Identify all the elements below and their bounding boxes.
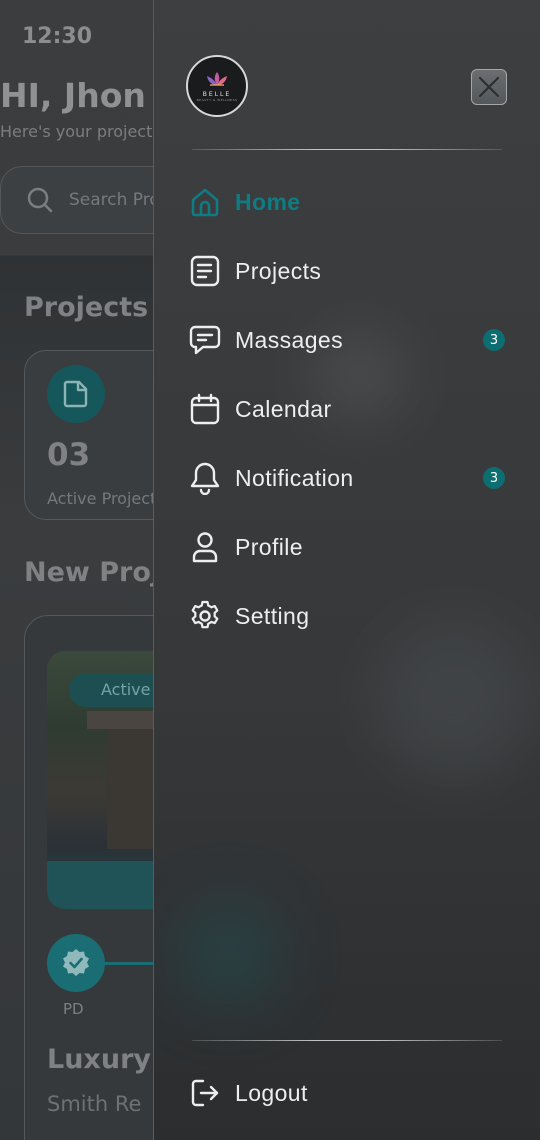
home-icon (188, 185, 222, 219)
menu-item-home[interactable]: Home (188, 182, 508, 222)
menu-label-profile: Profile (235, 534, 303, 560)
chat-icon (188, 323, 222, 357)
project-card-title: Luxury (47, 1044, 151, 1075)
menu-label-home: Home (235, 189, 301, 215)
close-button[interactable] (471, 69, 507, 105)
menu-label-setting: Setting (235, 603, 310, 629)
menu-label-calendar: Calendar (235, 396, 332, 422)
verified-icon (47, 934, 105, 992)
top-divider (192, 149, 502, 150)
projects-section-title: Projects (24, 292, 149, 323)
notification-count-badge: 3 (483, 467, 505, 489)
search-icon (27, 187, 53, 213)
user-icon (188, 530, 222, 564)
bottom-divider (192, 1040, 502, 1041)
logout-icon (188, 1076, 222, 1110)
calendar-icon (188, 392, 222, 426)
document-icon (47, 365, 105, 423)
menu-item-profile[interactable]: Profile (188, 527, 508, 567)
brand-logo: BELLE BEAUTY & WELLNESS (186, 55, 248, 117)
gear-icon (188, 599, 222, 633)
close-icon (478, 76, 500, 98)
menu-item-setting[interactable]: Setting (188, 596, 508, 636)
lotus-icon (207, 71, 227, 86)
project-card-subtitle: Smith Re (47, 1092, 142, 1116)
greeting-subtitle: Here's your projects (0, 122, 161, 141)
logo-text: BELLE (202, 90, 232, 98)
massages-count-badge: 3 (483, 329, 505, 351)
menu-item-calendar[interactable]: Calendar (188, 389, 508, 429)
active-projects-count: 03 (47, 437, 91, 473)
status-time: 12:30 (22, 24, 93, 49)
logout-button[interactable]: Logout (188, 1073, 508, 1113)
menu-item-notification[interactable]: Notification 3 (188, 458, 508, 498)
logout-label: Logout (235, 1080, 308, 1106)
document-icon (188, 254, 222, 288)
menu-label-massages: Massages (235, 327, 344, 353)
step-label: PD (63, 1000, 84, 1018)
greeting: HI, Jhon (0, 76, 146, 115)
menu-label-projects: Projects (235, 258, 322, 284)
menu-item-massages[interactable]: Massages 3 (188, 320, 508, 360)
navigation-drawer: BELLE BEAUTY & WELLNESS Home Projects Ma… (153, 0, 540, 1140)
menu-item-projects[interactable]: Projects (188, 251, 508, 291)
active-projects-label: Active Projects (47, 489, 165, 508)
bell-icon (188, 461, 222, 495)
logo-subtext: BEAUTY & WELLNESS (196, 97, 238, 102)
menu-label-notification: Notification (235, 465, 354, 491)
